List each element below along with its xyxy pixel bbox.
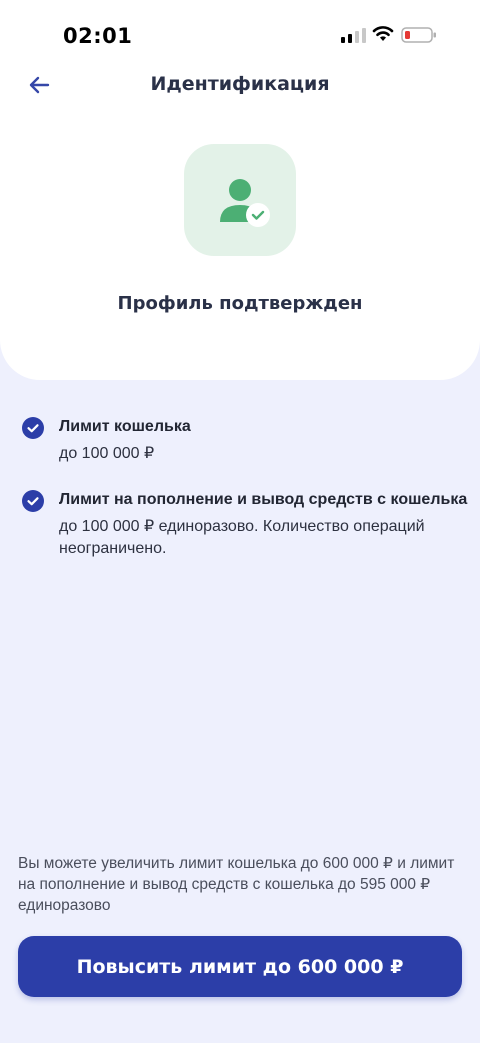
- limit-title: Лимит на пополнение и вывод средств с ко…: [59, 491, 468, 508]
- limit-title: Лимит кошелька: [59, 418, 191, 435]
- battery-icon: [401, 27, 436, 43]
- check-circle-icon: [22, 490, 44, 512]
- limit-description: до 100 000 ₽: [59, 445, 155, 462]
- limit-increase-info: Вы можете увеличить лимит кошелька до 60…: [18, 855, 455, 914]
- check-circle-icon: [22, 417, 44, 439]
- status-time: 02:01: [63, 24, 133, 48]
- user-verified-icon: [220, 179, 270, 227]
- signal-icon: [341, 28, 366, 43]
- limit-description: до 100 000 ₽ единоразово. Количество опе…: [59, 518, 425, 557]
- page-title: Идентификация: [150, 73, 330, 95]
- header: Идентификация: [0, 60, 480, 110]
- profile-status-tile: [184, 144, 296, 256]
- raise-limit-button[interactable]: Повысить лимит до 600 000 ₽: [18, 936, 462, 997]
- profile-status-title: Профиль подтвержден: [117, 293, 363, 314]
- wifi-icon: [372, 26, 394, 41]
